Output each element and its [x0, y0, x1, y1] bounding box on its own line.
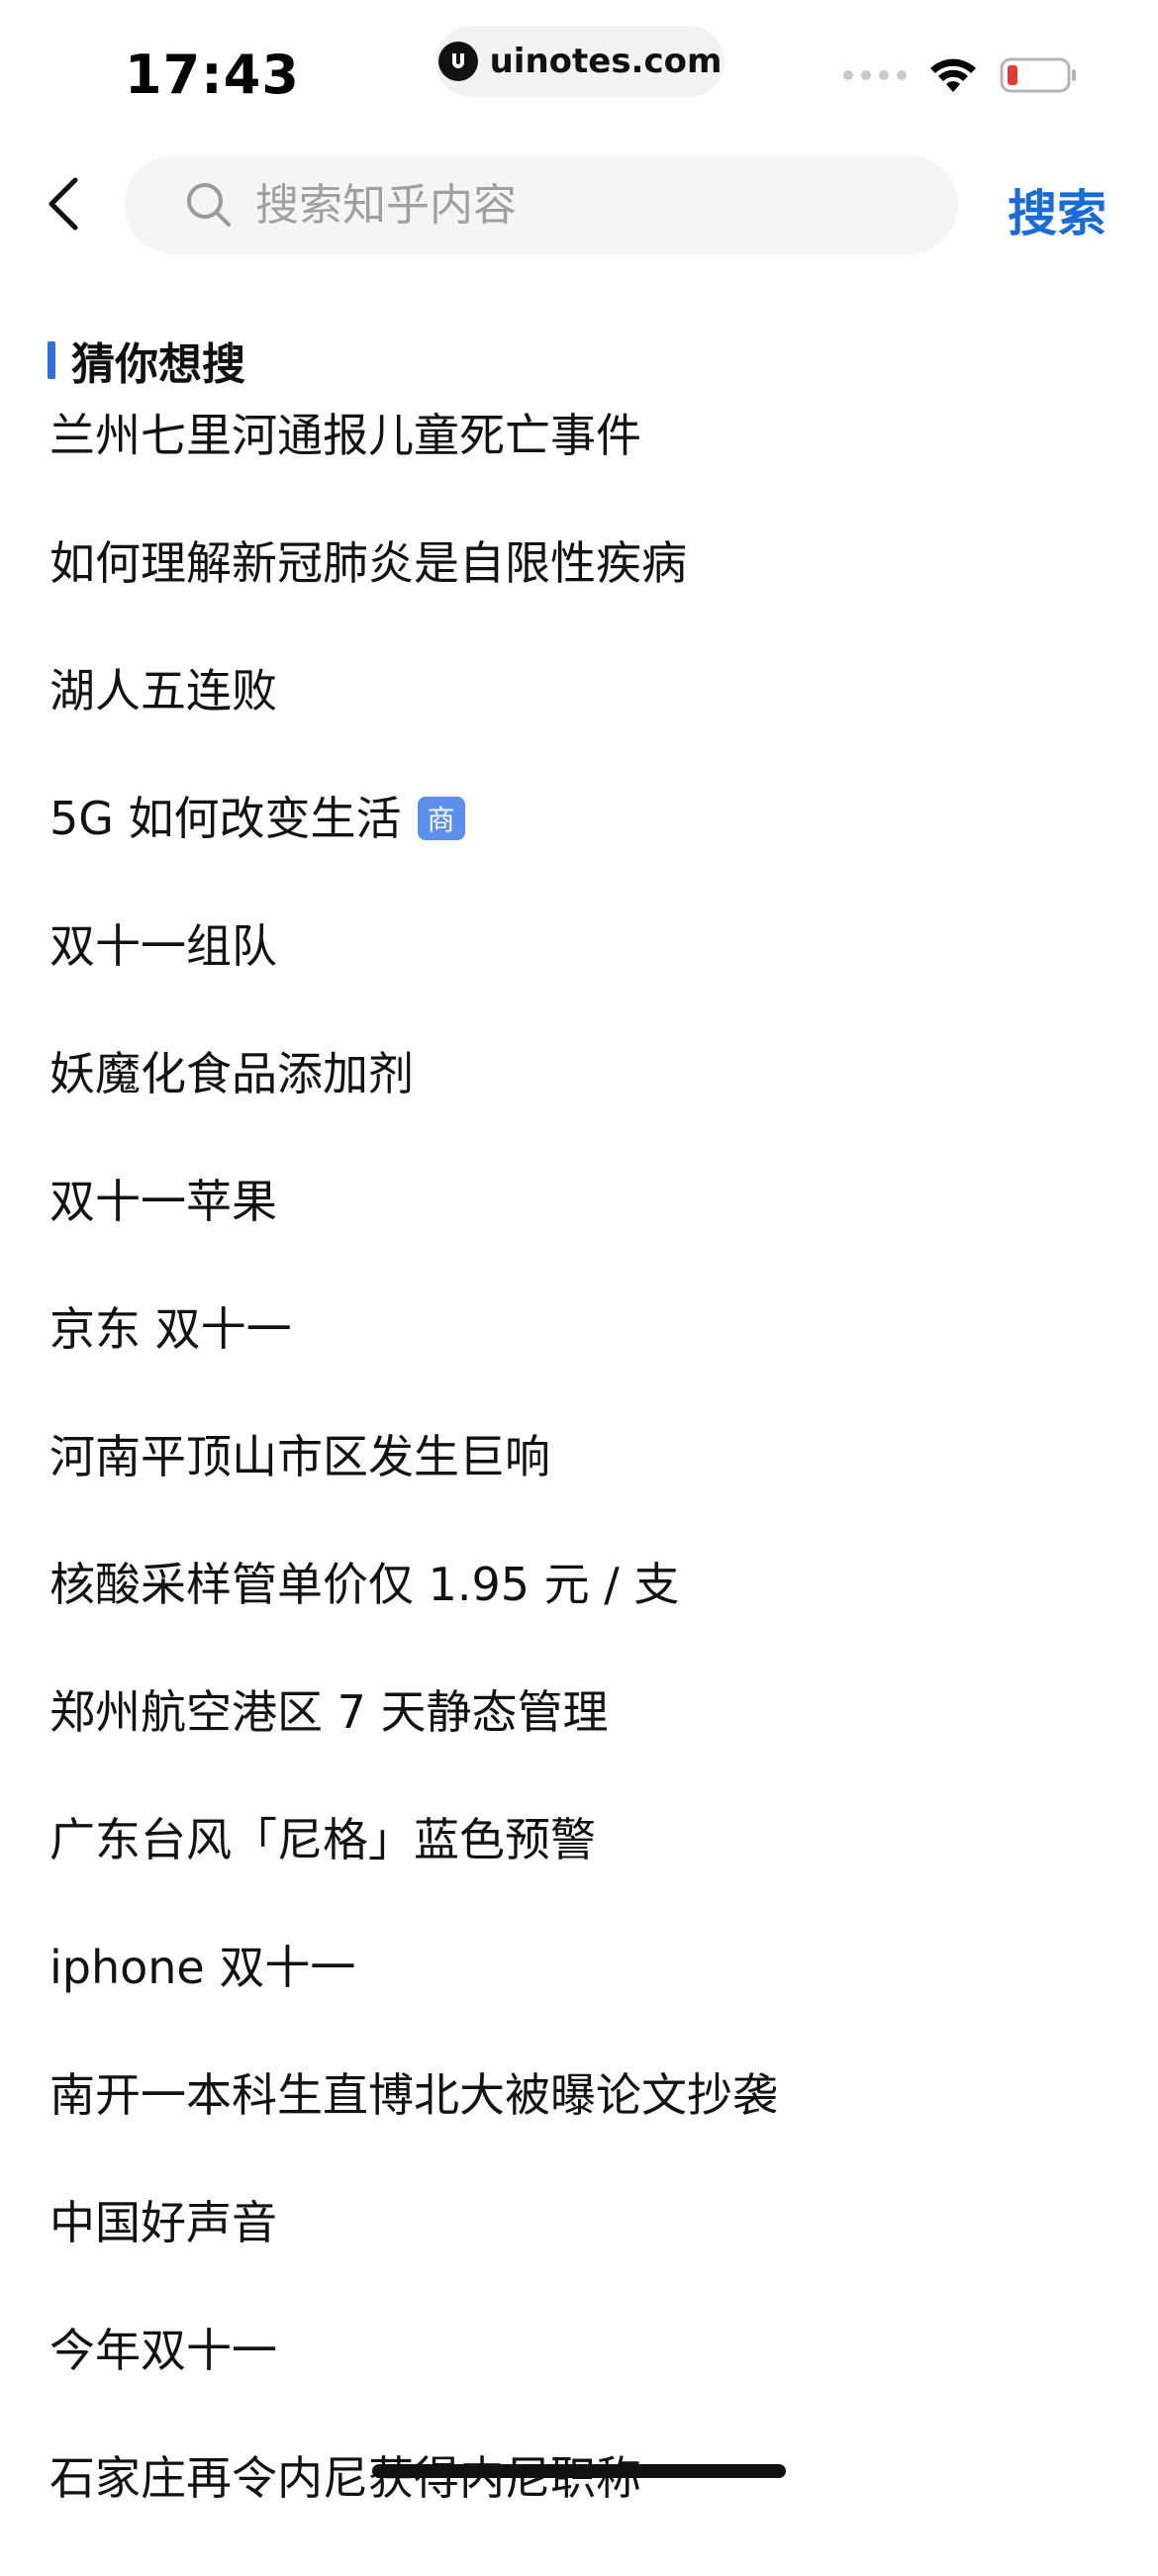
suggestion-item[interactable]: 核酸采样管单价仅 1.95 元 / 支 [49, 1555, 1118, 1682]
ad-badge: 商 [417, 797, 465, 840]
suggestion-item[interactable]: 如何理解新冠肺炎是自限性疾病 [49, 533, 1118, 661]
suggestion-item[interactable]: 京东 双十一 [49, 1299, 1118, 1427]
suggestion-item[interactable]: 中国好声音 [49, 2193, 1118, 2321]
suggestion-item[interactable]: 广东台风「尼格」蓝色预警 [49, 1810, 1118, 1938]
suggestion-text: 郑州航空港区 7 天静态管理 [49, 1685, 609, 1739]
search-icon [184, 180, 234, 230]
status-indicators [843, 55, 1079, 95]
home-indicator [372, 2464, 786, 2478]
suggestion-text: 湖人五连败 [49, 664, 277, 717]
suggestion-text: 双十一苹果 [49, 1175, 277, 1228]
suggestion-text: 南开一本科生直博北大被曝论文抄袭 [49, 2068, 778, 2122]
back-button[interactable] [32, 172, 95, 236]
cellular-signal-icon [843, 70, 907, 80]
battery-icon [1000, 55, 1079, 95]
suggestion-text: 广东台风「尼格」蓝色预警 [49, 1813, 596, 1866]
suggestion-item[interactable]: 南开一本科生直博北大被曝论文抄袭 [49, 2065, 1118, 2193]
suggestion-text: 如何理解新冠肺炎是自限性疾病 [49, 536, 687, 590]
search-box[interactable] [125, 155, 958, 254]
suggestion-text: 今年双十一 [49, 2324, 277, 2377]
search-button[interactable]: 搜索 [1008, 174, 1107, 245]
site-logo-icon [437, 42, 478, 81]
suggestion-text: 妖魔化食品添加剂 [49, 1047, 414, 1100]
suggestion-item[interactable]: 5G 如何改变生活商 [49, 789, 1118, 916]
section-title: 猜你想搜 [71, 339, 245, 390]
suggestion-text: 中国好声音 [49, 2196, 277, 2249]
suggestion-text: 5G 如何改变生活 [49, 792, 402, 845]
suggestion-item[interactable]: 兰州七里河通报儿童死亡事件 [49, 406, 1118, 533]
suggestion-item[interactable]: iphone 双十一 [49, 1938, 1118, 2065]
suggestion-item[interactable]: 郑州航空港区 7 天静态管理 [49, 1682, 1118, 1810]
suggestion-text: 兰州七里河通报儿童死亡事件 [49, 409, 641, 462]
chevron-left-icon [48, 177, 78, 231]
wifi-icon [928, 56, 978, 94]
suggestion-text: 核酸采样管单价仅 1.95 元 / 支 [49, 1558, 680, 1611]
search-header: 搜索 [0, 139, 1158, 277]
section-accent-bar [48, 341, 55, 379]
suggestion-list: 兰州七里河通报儿童死亡事件 如何理解新冠肺炎是自限性疾病 湖人五连败 5G 如何… [49, 406, 1118, 2576]
suggestion-text: 双十一组队 [49, 919, 277, 973]
suggestion-text: 河南平顶山市区发生巨响 [49, 1430, 550, 1483]
search-input[interactable] [253, 178, 891, 232]
suggestion-text: 京东 双十一 [49, 1302, 292, 1356]
suggestion-item[interactable]: 双十一苹果 [49, 1172, 1118, 1299]
suggestion-item[interactable]: 河南平顶山市区发生巨响 [49, 1427, 1118, 1555]
url-pill[interactable]: uinotes.com [435, 26, 724, 97]
suggestion-text: iphone 双十一 [49, 1941, 356, 1994]
section-header: 猜你想搜 [48, 329, 245, 392]
status-time: 17:43 [125, 44, 300, 106]
url-text: uinotes.com [489, 42, 723, 81]
suggestion-text: 石家庄再令内尼获得内尼职称 [49, 2451, 641, 2505]
suggestion-item[interactable]: 双十一组队 [49, 916, 1118, 1044]
suggestion-item[interactable]: 湖人五连败 [49, 661, 1118, 789]
suggestion-item[interactable]: 今年双十一 [49, 2321, 1118, 2448]
suggestion-item[interactable]: 妖魔化食品添加剂 [49, 1044, 1118, 1172]
status-bar: 17:43 uinotes.com [0, 0, 1158, 139]
